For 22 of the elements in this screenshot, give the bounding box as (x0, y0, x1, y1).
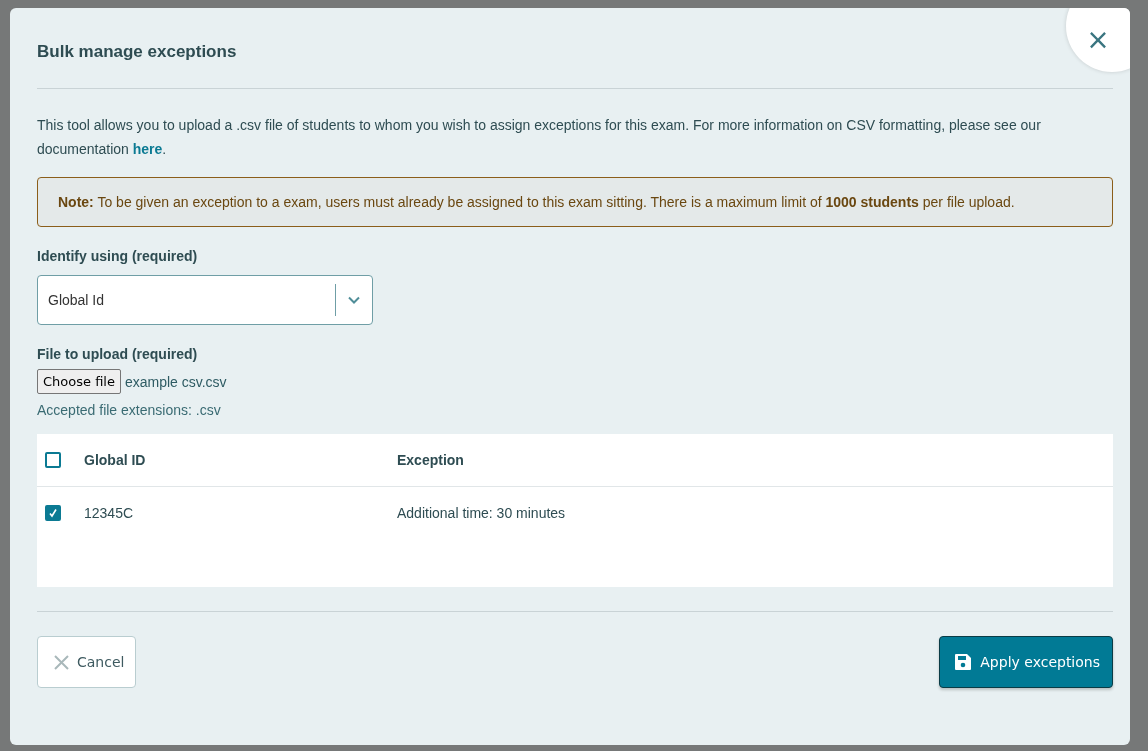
table-cell-text: 12345C (84, 505, 135, 521)
save-icon (954, 653, 973, 671)
field-label: Identify using (required) (37, 247, 199, 266)
file-name: example csv.csv (124, 373, 227, 390)
table-cell-text: Additional time: 30 minutes (397, 505, 567, 521)
select-all-checkbox[interactable] (45, 452, 61, 468)
apply-exceptions-button[interactable]: Apply exceptions (939, 636, 1113, 688)
choose-file-button[interactable]: Choose file (37, 369, 121, 394)
documentation-link[interactable]: here (132, 141, 163, 157)
intro-text: This tool allows you to upload a .csv file of students to whom you wish to assign exceptions for this exam. For more information on CSV formatting, please see our documentation here. (37, 116, 1042, 159)
column-header: Exception (397, 452, 465, 468)
close-button[interactable]: × (1066, 8, 1130, 72)
dialog-title: Bulk manage exceptions (37, 41, 237, 63)
file-hint: Accepted file extensions: .csv (37, 402, 222, 418)
row-checkbox[interactable] (45, 505, 61, 521)
field-label: File to upload (required) (37, 345, 199, 364)
cancel-button[interactable]: Cancel (37, 636, 137, 688)
close-icon (54, 654, 69, 670)
check-icon (48, 508, 58, 518)
note-text: Note: To be given an exception to a exam, users must already be assigned to this exam sitting. There is a maximum limit of 1000 students per file upload. (37, 177, 1113, 227)
column-header: Global ID (84, 452, 147, 468)
identify-dropdown[interactable]: Global Id (37, 275, 373, 325)
